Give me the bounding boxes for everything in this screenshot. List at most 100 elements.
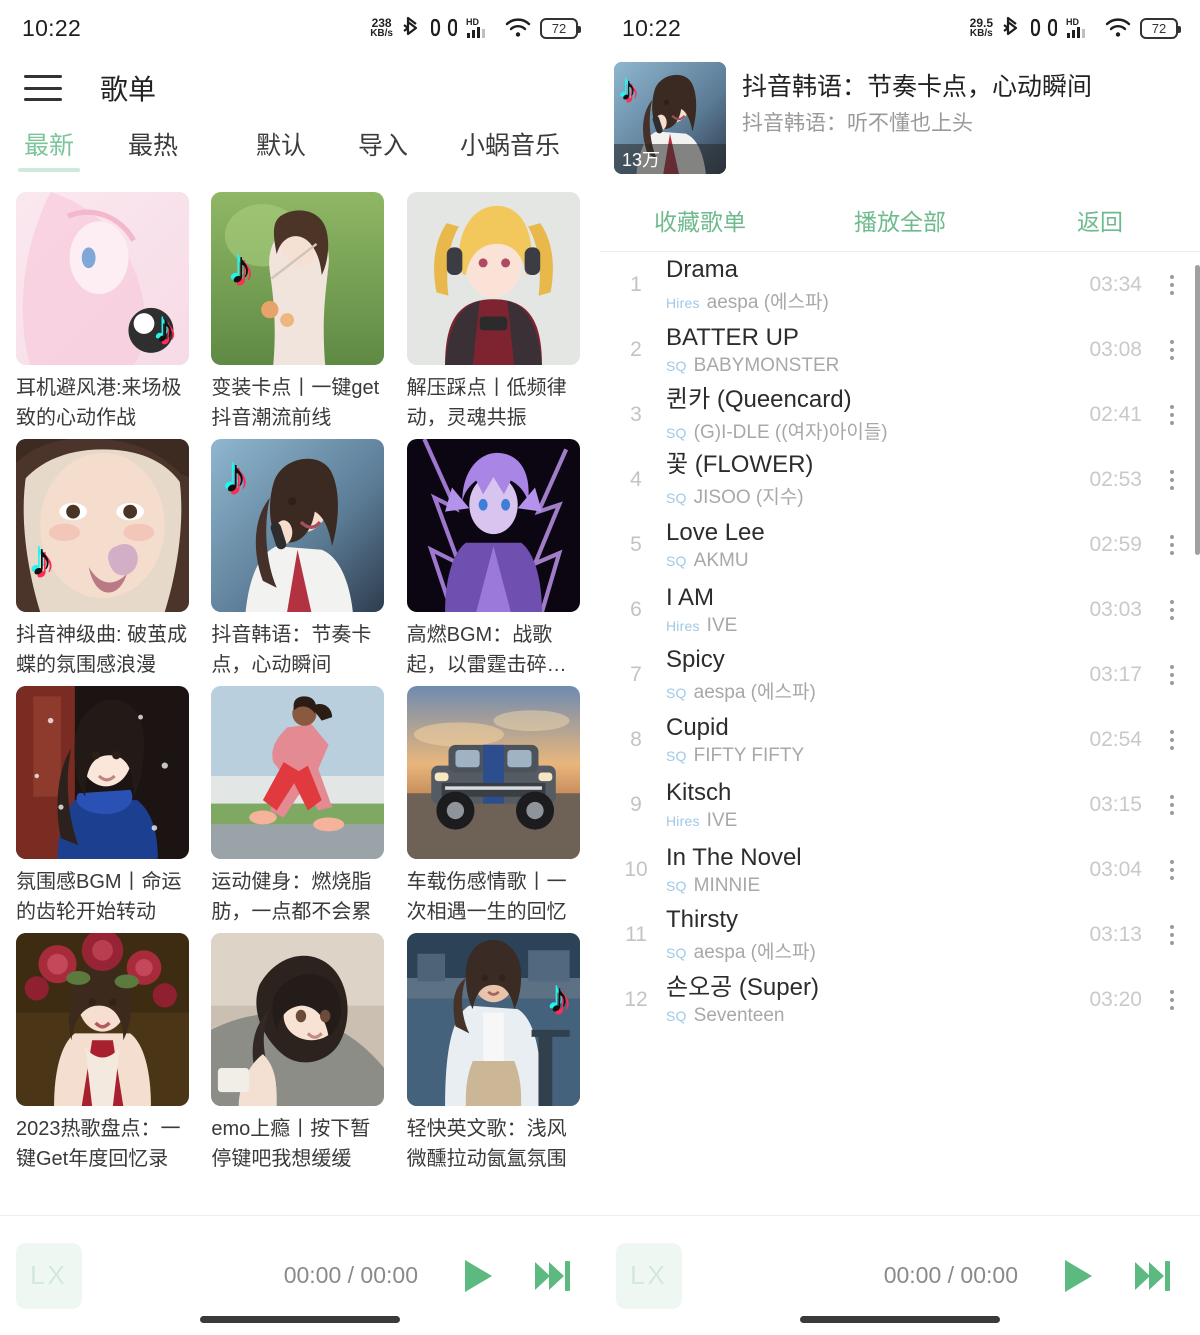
cover-art-photo-suv-sunset — [406, 686, 580, 859]
playlist-cover[interactable] — [406, 192, 580, 365]
play-icon[interactable] — [454, 1253, 500, 1299]
song-row[interactable]: 11 Thirsty SQ aespa (에스파) 03:13 — [600, 902, 1200, 967]
playback-time: 00:00 / 00:00 — [283, 1262, 418, 1288]
song-title: Kitsch — [666, 778, 732, 806]
playlist-card[interactable]: emo上瘾丨按下暂停键吧我想缓缓 — [211, 933, 388, 1174]
tiktok-icon: ♪ — [229, 241, 253, 293]
tab-import[interactable]: 导入 — [350, 120, 416, 172]
song-row[interactable]: 4 꽃 (FLOWER) SQ JISOO (지수) 02:53 — [600, 447, 1200, 512]
song-more-options-icon[interactable] — [1158, 594, 1186, 626]
song-subtitle: Hires aespa (에스파) — [666, 287, 1089, 314]
status-time: 10:22 — [22, 14, 82, 41]
next-track-icon[interactable] — [1132, 1257, 1174, 1295]
song-more-options-icon[interactable] — [1158, 269, 1186, 301]
playlist-card-title: 耳机避风港:来场极致的心动作战 — [16, 377, 182, 429]
song-more-options-icon[interactable] — [1158, 919, 1186, 951]
playlist-cover-large[interactable]: ♪ 13万 — [614, 62, 726, 174]
song-more-options-icon[interactable] — [1158, 984, 1186, 1016]
song-duration: 02:53 — [1089, 467, 1142, 491]
song-index: 5 — [630, 532, 642, 556]
play-icon[interactable] — [1054, 1253, 1100, 1299]
next-track-icon[interactable] — [532, 1257, 574, 1295]
song-subtitle: SQ JISOO (지수) — [666, 482, 1089, 509]
playlist-card[interactable]: 车载伤感情歌丨一次相遇一生的回忆 — [406, 686, 584, 927]
song-info: BATTER UP SQ BABYMONSTER — [656, 323, 1089, 377]
song-more-options-icon[interactable] — [1158, 334, 1186, 366]
playlist-cover[interactable] — [211, 933, 385, 1106]
back-button[interactable]: 返回 — [1000, 203, 1200, 237]
song-row[interactable]: 10 In The Novel SQ MINNIE 03:04 — [600, 837, 1200, 902]
song-row[interactable]: 3 퀸카 (Queencard) SQ (G)I-DLE ((여자)아이들) 0… — [600, 382, 1200, 447]
playlist-card-title: emo上瘾丨按下暂停键吧我想缓缓 — [211, 1118, 371, 1170]
song-artist: AKMU — [693, 549, 749, 571]
playlist-card[interactable]: 解压踩点丨低频律动，灵魂共振 — [406, 192, 584, 433]
playlist-card[interactable]: 氛围感BGM丨命运的齿轮开始转动 — [16, 686, 193, 927]
song-row[interactable]: 12 손오공 (Super) SQ Seventeen 03:20 — [600, 967, 1200, 1032]
song-title: 퀸카 (Queencard) — [666, 386, 852, 413]
quality-badge: SQ — [666, 877, 687, 894]
song-more-options-icon[interactable] — [1158, 464, 1186, 496]
network-speed-indicator: 238 KB/s — [370, 17, 393, 39]
playlist-cover[interactable] — [16, 933, 189, 1106]
playlist-cover[interactable] — [211, 686, 385, 859]
playlist-card[interactable]: ♪ 耳机避风港:来场极致的心动作战 — [16, 192, 193, 433]
tab-xiaowo-music[interactable]: 小蜗音乐 — [452, 120, 568, 172]
playlist-card[interactable]: ♪ 变装卡点丨一键get抖音潮流前线 — [211, 192, 388, 433]
song-more-options-icon[interactable] — [1158, 854, 1186, 886]
tiktok-icon: ♪ — [620, 70, 637, 108]
cover-art-photo-runner — [211, 686, 385, 859]
playlist-cover[interactable] — [16, 686, 189, 859]
playlist-cover[interactable] — [406, 439, 580, 612]
quality-badge: SQ — [666, 747, 687, 764]
playlist-cover[interactable]: ♪ — [211, 192, 385, 365]
tab-group-source: 默认 导入 小蜗音乐 — [248, 120, 584, 172]
quality-badge: SQ — [666, 357, 687, 374]
song-row[interactable]: 8 Cupid SQ FIFTY FIFTY 02:54 — [600, 707, 1200, 772]
playlist-card[interactable]: 高燃BGM：战歌起，以雷霆击碎… — [406, 439, 584, 680]
network-speed-unit: KB/s — [969, 28, 993, 39]
song-more-options-icon[interactable] — [1158, 399, 1186, 431]
playlist-card-title: 抖音韩语：节奏卡点，心动瞬间 — [211, 624, 372, 676]
svg-text:HD: HD — [1066, 17, 1079, 27]
hamburger-menu-icon[interactable] — [24, 75, 62, 101]
playlist-card[interactable]: ♪ 抖音韩语：节奏卡点，心动瞬间 — [211, 439, 388, 680]
song-more-options-icon[interactable] — [1158, 724, 1186, 756]
song-row[interactable]: 9 Kitsch Hires IVE 03:15 — [600, 772, 1200, 837]
playlist-cover[interactable] — [406, 686, 580, 859]
song-row[interactable]: 1 Drama Hires aespa (에스파) 03:34 — [600, 252, 1200, 317]
song-artist: MINNIE — [693, 874, 761, 896]
left-panel-playlist-browser: 10:22 238 KB/s HD 72 歌单 最新 最热 默认 导入 小蜗音乐… — [0, 0, 600, 1335]
playlist-card[interactable]: ♪ 抖音神级曲: 破茧成蝶的氛围感浪漫 — [16, 439, 193, 680]
playlist-cover[interactable]: ♪ — [16, 439, 189, 612]
playlist-cover[interactable]: ♪ — [211, 439, 385, 612]
playlist-card-title: 车载伤感情歌丨一次相遇一生的回忆 — [406, 871, 567, 923]
playlist-card-title: 解压踩点丨低频律动，灵魂共振 — [406, 377, 567, 429]
song-row[interactable]: 6 I AM Hires IVE 03:03 — [600, 577, 1200, 642]
song-more-options-icon[interactable] — [1158, 659, 1186, 691]
playlist-card-title: 变装卡点丨一键get抖音潮流前线 — [211, 377, 380, 429]
song-more-options-icon[interactable] — [1158, 529, 1186, 561]
playlist-card[interactable]: 运动健身：燃烧脂肪，一点都不会累 — [211, 686, 388, 927]
playlist-card[interactable]: ♪ 轻快英文歌：浅风微醺拉动氤氲氛围 — [406, 933, 584, 1174]
tab-hottest[interactable]: 最热 — [120, 120, 186, 172]
tab-default[interactable]: 默认 — [248, 120, 314, 172]
song-more-options-icon[interactable] — [1158, 789, 1186, 821]
song-duration: 03:34 — [1089, 272, 1142, 296]
song-row[interactable]: 7 Spicy SQ aespa (에스파) 03:17 — [600, 642, 1200, 707]
playlist-cover[interactable]: ♪ — [16, 192, 189, 365]
dual-pane-screenshot: 10:22 238 KB/s HD 72 歌单 最新 最热 默认 导入 小蜗音乐… — [0, 0, 1200, 1335]
playlist-cover[interactable]: ♪ — [406, 933, 580, 1106]
playlist-card[interactable]: 2023热歌盘点：一键Get年度回忆录 — [16, 933, 193, 1174]
song-index: 12 — [624, 987, 648, 1011]
song-row[interactable]: 2 BATTER UP SQ BABYMONSTER 03:08 — [600, 317, 1200, 382]
vertical-scrollbar[interactable] — [1195, 265, 1200, 555]
tiktok-icon: ♪ — [155, 307, 175, 351]
tab-newest[interactable]: 最新 — [16, 120, 82, 172]
song-info: Love Lee SQ AKMU — [656, 518, 1089, 572]
quality-badge: SQ — [666, 945, 687, 961]
favorite-playlist-button[interactable]: 收藏歌单 — [600, 203, 800, 237]
play-all-button[interactable]: 播放全部 — [800, 203, 1000, 237]
song-info: I AM Hires IVE — [656, 583, 1089, 637]
song-duration: 03:15 — [1089, 792, 1142, 816]
song-row[interactable]: 5 Love Lee SQ AKMU 02:59 — [600, 512, 1200, 577]
